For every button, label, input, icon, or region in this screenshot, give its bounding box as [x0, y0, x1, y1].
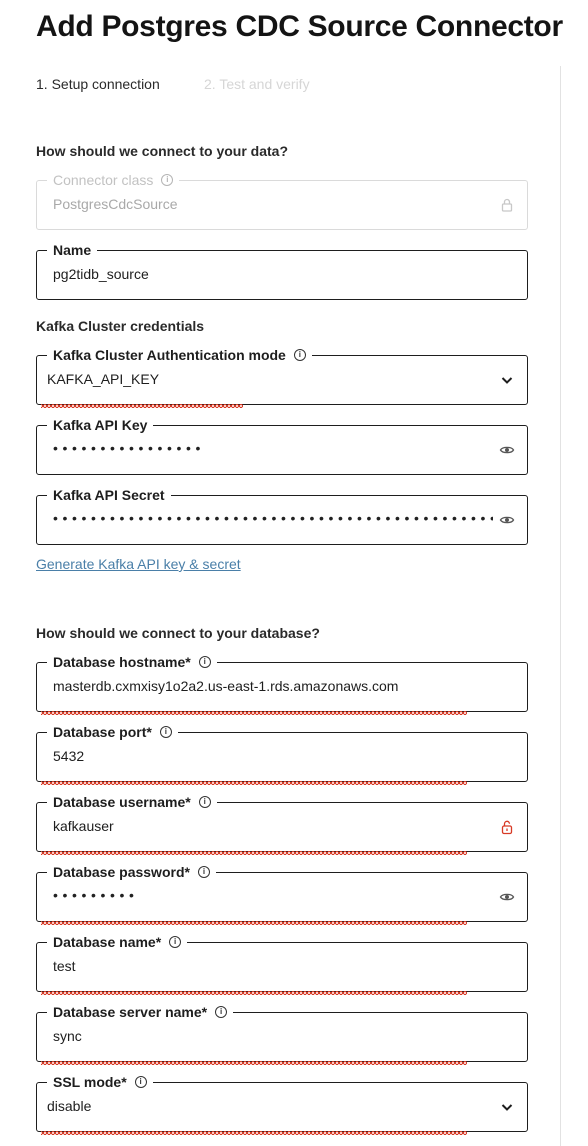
- spellcheck-underline: [41, 991, 467, 995]
- db-server-name-value: sync: [53, 1028, 82, 1044]
- db-username-field[interactable]: Database username* i kafkauser: [36, 792, 528, 855]
- ssl-mode-label: SSL mode* i: [47, 1072, 153, 1092]
- step-setup-connection[interactable]: 1. Setup connection: [36, 76, 160, 92]
- info-icon[interactable]: i: [161, 174, 174, 186]
- name-field[interactable]: Name pg2tidb_source: [36, 240, 528, 300]
- data-connection-heading: How should we connect to your data?: [36, 143, 289, 159]
- generate-api-key-link[interactable]: Generate Kafka API key & secret: [36, 556, 241, 572]
- spellcheck-underline: [41, 1061, 467, 1065]
- db-password-masked-value: •••••••••: [53, 887, 139, 903]
- db-username-value: kafkauser: [53, 818, 114, 834]
- db-hostname-label: Database hostname* i: [47, 652, 217, 672]
- eye-icon[interactable]: [499, 442, 515, 458]
- auth-mode-label: Kafka Cluster Authentication mode i: [47, 345, 312, 365]
- kafka-credentials-heading: Kafka Cluster credentials: [36, 318, 205, 334]
- eye-icon[interactable]: [499, 512, 515, 528]
- spellcheck-underline: [41, 921, 467, 925]
- info-icon[interactable]: i: [159, 726, 172, 738]
- api-secret-masked-value: ••••••••••••••••••••••••••••••••••••••••…: [53, 510, 493, 526]
- name-label: Name: [47, 240, 98, 260]
- ssl-mode-select[interactable]: SSL mode* i disable: [36, 1072, 528, 1135]
- db-server-name-field[interactable]: Database server name* i sync: [36, 1002, 528, 1065]
- content-divider: [560, 66, 561, 1146]
- connector-class-field: Connector class i PostgresCdcSource: [36, 170, 528, 230]
- info-icon[interactable]: i: [293, 349, 306, 361]
- info-icon[interactable]: i: [169, 936, 182, 948]
- ssl-mode-value: disable: [47, 1098, 92, 1114]
- db-port-value: 5432: [53, 748, 85, 764]
- page-title: Add Postgres CDC Source Connector: [36, 10, 563, 43]
- auth-mode-value: KAFKA_API_KEY: [47, 371, 160, 387]
- info-icon[interactable]: i: [198, 656, 211, 668]
- api-key-label: Kafka API Key: [47, 415, 154, 435]
- step-test-and-verify: 2. Test and verify: [204, 76, 310, 92]
- db-password-label: Database password* i: [47, 862, 216, 882]
- chevron-down-icon[interactable]: [499, 1099, 515, 1115]
- unlocked-warning-icon[interactable]: [499, 819, 515, 835]
- db-username-label: Database username* i: [47, 792, 217, 812]
- eye-icon[interactable]: [499, 889, 515, 905]
- spellcheck-underline: [41, 781, 467, 785]
- api-key-masked-value: ••••••••••••••••: [53, 440, 206, 456]
- info-icon[interactable]: i: [215, 1006, 228, 1018]
- info-icon[interactable]: i: [197, 866, 210, 878]
- db-server-name-label: Database server name* i: [47, 1002, 234, 1022]
- db-port-label: Database port* i: [47, 722, 178, 742]
- db-hostname-field[interactable]: Database hostname* i masterdb.cxmxisy1o2…: [36, 652, 528, 715]
- db-name-value: test: [53, 958, 76, 974]
- connector-class-value: PostgresCdcSource: [53, 196, 178, 212]
- db-name-field[interactable]: Database name* i test: [36, 932, 528, 995]
- spellcheck-underline: [41, 851, 467, 855]
- db-password-field[interactable]: Database password* i •••••••••: [36, 862, 528, 925]
- db-hostname-value: masterdb.cxmxisy1o2a2.us-east-1.rds.amaz…: [53, 678, 399, 694]
- name-value: pg2tidb_source: [53, 266, 149, 282]
- db-port-field[interactable]: Database port* i 5432: [36, 722, 528, 785]
- api-secret-label: Kafka API Secret: [47, 485, 171, 505]
- connector-class-label: Connector class i: [47, 170, 180, 190]
- spellcheck-underline: [41, 711, 467, 715]
- info-icon[interactable]: i: [134, 1076, 147, 1088]
- db-name-label: Database name* i: [47, 932, 188, 952]
- info-icon[interactable]: i: [198, 796, 211, 808]
- api-secret-field[interactable]: Kafka API Secret •••••••••••••••••••••••…: [36, 485, 528, 545]
- database-connection-heading: How should we connect to your database?: [36, 625, 320, 641]
- spellcheck-underline: [41, 404, 243, 408]
- lock-icon: [501, 198, 513, 212]
- spellcheck-underline: [41, 1131, 467, 1135]
- chevron-down-icon[interactable]: [499, 372, 515, 388]
- auth-mode-select[interactable]: Kafka Cluster Authentication mode i KAFK…: [36, 345, 528, 408]
- api-key-field[interactable]: Kafka API Key ••••••••••••••••: [36, 415, 528, 475]
